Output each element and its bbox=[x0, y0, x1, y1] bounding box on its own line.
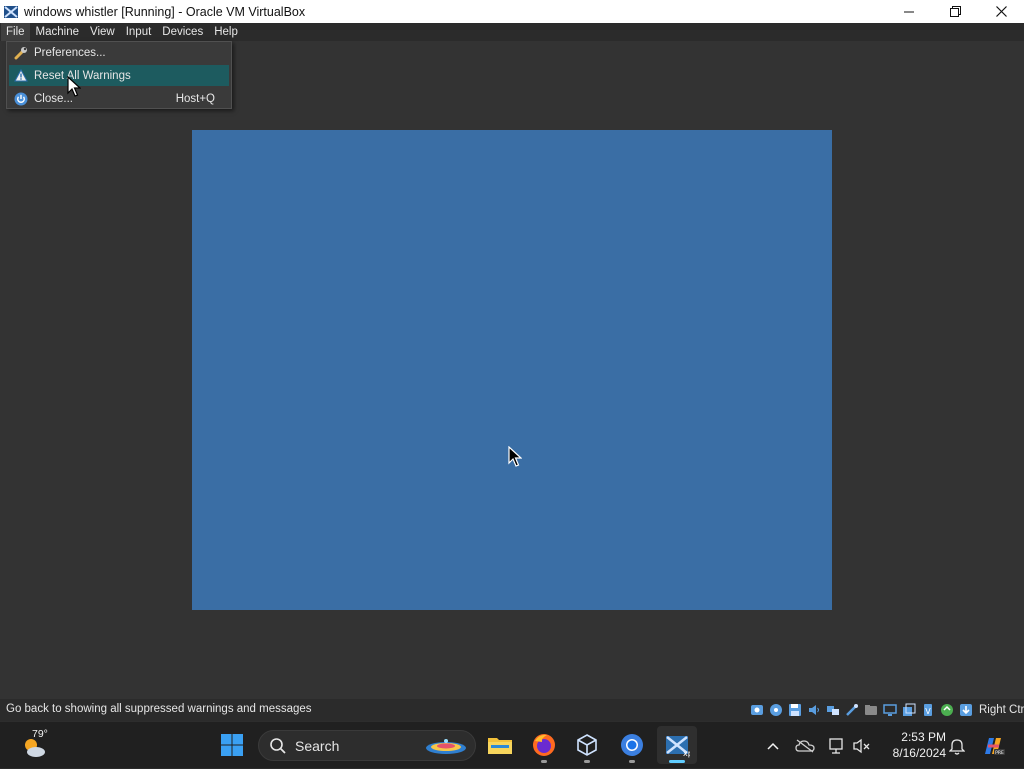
menu-bar: File Machine View Input Devices Help bbox=[0, 23, 1024, 41]
window-title: windows whistler [Running] - Oracle VM V… bbox=[24, 4, 306, 19]
search-placeholder: Search bbox=[295, 737, 340, 754]
start-icon bbox=[221, 734, 243, 756]
minimize-button[interactable] bbox=[886, 0, 932, 23]
taskbar-virtualbox-manager[interactable] bbox=[567, 726, 607, 764]
menu-view[interactable]: View bbox=[85, 23, 120, 41]
recording-icon[interactable] bbox=[901, 702, 916, 717]
menu-item-preferences[interactable]: Preferences... bbox=[9, 42, 229, 63]
optical-drive-icon[interactable] bbox=[768, 702, 783, 717]
floppy-icon[interactable] bbox=[787, 702, 802, 717]
notification-bell-icon bbox=[949, 738, 965, 755]
start-button[interactable] bbox=[212, 726, 252, 764]
minimize-icon bbox=[904, 11, 914, 12]
warning-icon bbox=[13, 68, 29, 84]
vm-display-area[interactable] bbox=[0, 41, 1024, 699]
svg-text:V: V bbox=[925, 707, 931, 716]
tray-volume[interactable] bbox=[850, 722, 874, 769]
keyboard-icon[interactable] bbox=[958, 702, 973, 717]
taskbar-clock[interactable]: 2:53 PM 8/16/2024 bbox=[880, 729, 946, 761]
status-bar: Go back to showing all suppressed warnin… bbox=[0, 699, 1024, 721]
vm-guest-screen[interactable] bbox=[192, 130, 832, 610]
mouse-pointer-icon bbox=[67, 76, 81, 97]
volume-muted-icon bbox=[853, 738, 870, 753]
close-button[interactable] bbox=[978, 0, 1024, 23]
tray-network[interactable] bbox=[824, 722, 848, 769]
virtualbox-app-icon bbox=[4, 5, 18, 18]
copilot-icon: PRE bbox=[985, 737, 1005, 756]
close-icon bbox=[995, 6, 1007, 17]
chevron-up-icon bbox=[767, 742, 779, 750]
tray-notifications[interactable] bbox=[946, 722, 968, 769]
svg-text:PRE: PRE bbox=[995, 750, 1004, 756]
status-indicator-group: V Right Ctrl bbox=[749, 701, 1024, 718]
tray-overflow-button[interactable] bbox=[762, 722, 784, 769]
search-highlight-icon bbox=[426, 739, 466, 754]
maximize-button[interactable] bbox=[932, 0, 978, 23]
onedrive-icon bbox=[795, 738, 815, 753]
taskbar-firefox[interactable] bbox=[524, 726, 564, 764]
windows-taskbar: 79° Search x 2:53 PM 8/16/2024 PRE bbox=[0, 721, 1024, 768]
taskbar-search-box[interactable]: Search bbox=[258, 730, 476, 761]
window-title-bar[interactable]: windows whistler [Running] - Oracle VM V… bbox=[0, 0, 1024, 23]
wrench-icon bbox=[13, 45, 29, 61]
weather-widget[interactable]: 79° bbox=[18, 728, 54, 762]
hard-disk-icon[interactable] bbox=[749, 702, 764, 717]
taskbar-virtualbox-vm[interactable]: xp bbox=[657, 726, 697, 764]
menu-input[interactable]: Input bbox=[121, 23, 157, 41]
chrome-icon bbox=[621, 734, 643, 756]
clock-date: 8/16/2024 bbox=[892, 746, 946, 760]
firefox-icon bbox=[533, 734, 555, 756]
display-icon[interactable] bbox=[882, 702, 897, 717]
virtualbox-vm-icon: xp bbox=[666, 736, 690, 758]
mouse-integration-icon[interactable] bbox=[939, 702, 954, 717]
menu-file[interactable]: File bbox=[1, 23, 30, 41]
host-key-label[interactable]: Right Ctrl bbox=[979, 704, 1024, 716]
file-menu-dropdown: Preferences... Reset All Warnings Close.… bbox=[6, 41, 232, 109]
running-indicator bbox=[584, 760, 590, 763]
taskbar-file-explorer[interactable] bbox=[480, 726, 520, 764]
network-icon bbox=[829, 737, 843, 754]
running-indicator bbox=[541, 760, 547, 763]
audio-icon[interactable] bbox=[806, 702, 821, 717]
tray-copilot[interactable]: PRE bbox=[978, 722, 1008, 769]
shared-folders-icon[interactable] bbox=[863, 702, 878, 717]
menu-item-label: Preferences... bbox=[34, 46, 106, 59]
clock-time: 2:53 PM bbox=[901, 730, 946, 744]
power-icon bbox=[13, 91, 29, 107]
menu-item-close[interactable]: Close... Host+Q bbox=[9, 88, 229, 109]
menu-help[interactable]: Help bbox=[209, 23, 243, 41]
mouse-pointer-icon bbox=[508, 446, 522, 467]
tray-onedrive[interactable] bbox=[792, 722, 818, 769]
menu-item-shortcut: Host+Q bbox=[175, 92, 215, 105]
maximize-icon bbox=[949, 6, 961, 17]
menu-machine[interactable]: Machine bbox=[31, 23, 84, 41]
menu-item-reset-all-warnings[interactable]: Reset All Warnings bbox=[9, 65, 229, 86]
running-indicator bbox=[629, 760, 635, 763]
status-message: Go back to showing all suppressed warnin… bbox=[6, 703, 312, 715]
search-icon bbox=[270, 737, 286, 754]
usb-icon[interactable] bbox=[844, 702, 859, 717]
cpu-icon[interactable]: V bbox=[920, 702, 935, 717]
menu-item-label: Close... bbox=[34, 92, 73, 105]
taskbar-chrome[interactable] bbox=[612, 726, 652, 764]
menu-item-label: Reset All Warnings bbox=[34, 69, 131, 82]
virtualbox-manager-icon bbox=[577, 734, 597, 756]
active-indicator bbox=[669, 760, 685, 763]
menu-devices[interactable]: Devices bbox=[157, 23, 208, 41]
svg-text:xp: xp bbox=[683, 749, 690, 758]
network-icon[interactable] bbox=[825, 702, 840, 717]
weather-temperature: 79° bbox=[32, 728, 48, 740]
file-explorer-icon bbox=[488, 738, 512, 754]
